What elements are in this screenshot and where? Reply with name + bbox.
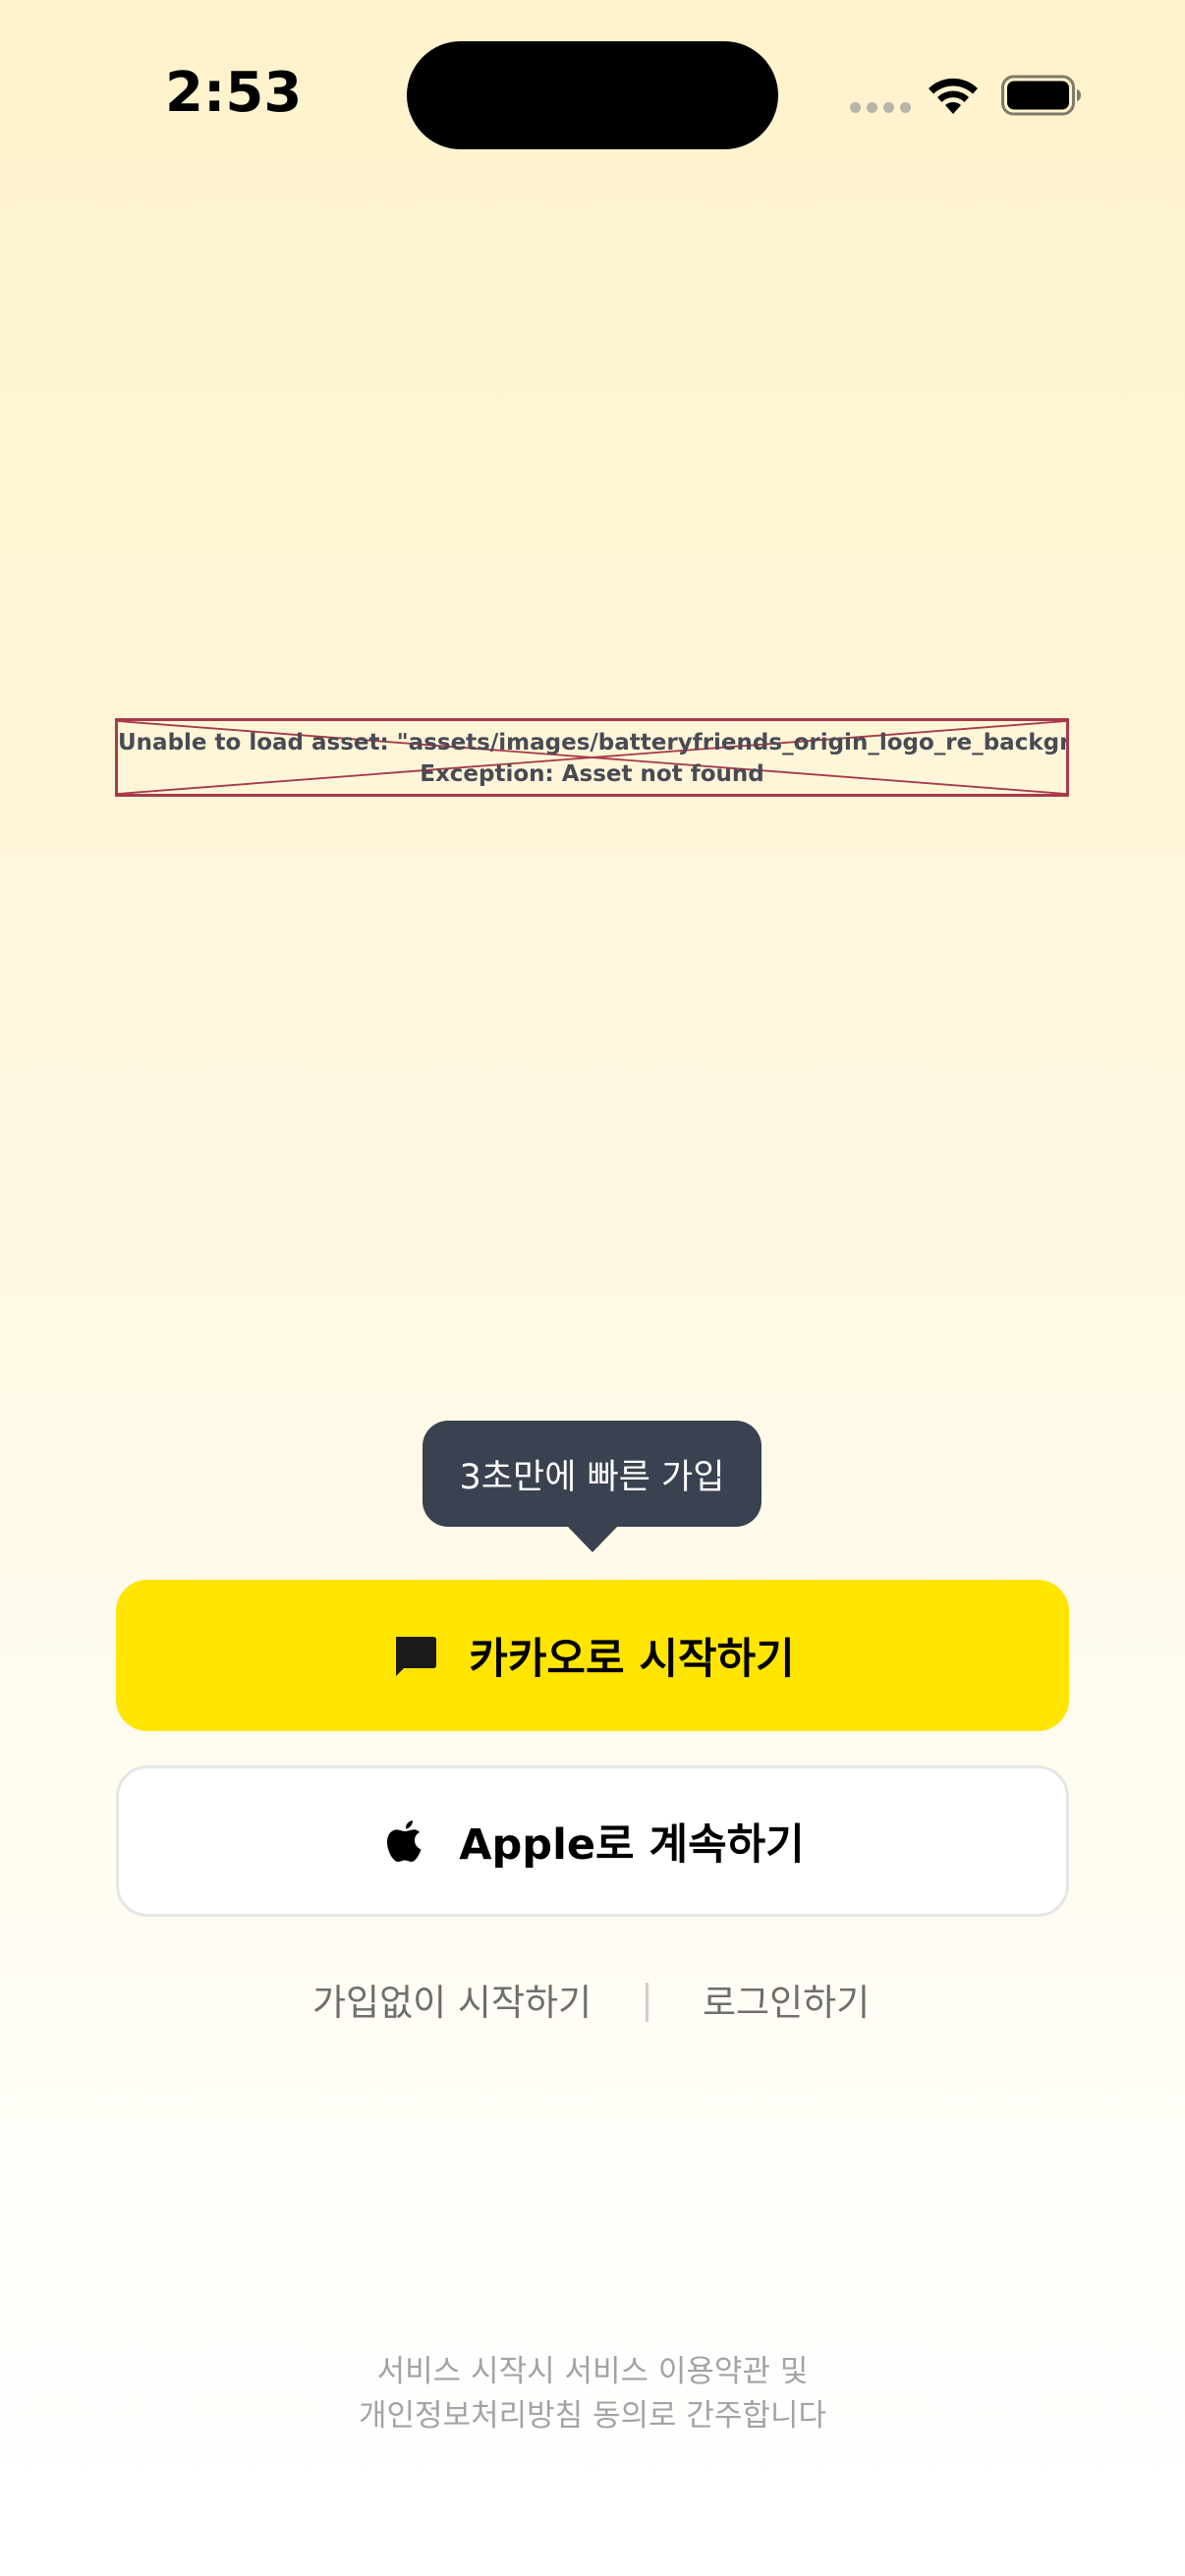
- terms-notice: 서비스 시작시 서비스 이용약관 및 개인정보처리방침 동의로 간주합니다: [0, 2350, 1185, 2438]
- terms-line-2: 개인정보처리방침 동의로 간주합니다: [358, 2398, 827, 2434]
- links-divider: [646, 1983, 649, 2022]
- wifi-icon: [929, 78, 978, 114]
- cellular-signal-icon: [850, 102, 911, 113]
- chat-bubble-icon: [396, 1637, 437, 1676]
- apple-login-button[interactable]: Apple로 계속하기: [116, 1765, 1069, 1917]
- dynamic-island: [407, 41, 778, 149]
- signup-tooltip: 3초만에 빠른 가입: [423, 1421, 762, 1527]
- kakao-login-label: 카카오로 시작하기: [469, 1635, 795, 1684]
- asset-error-line-2: Exception: Asset not found: [420, 761, 764, 787]
- asset-error-line-1: Unable to load asset: "assets/images/bat…: [118, 730, 1069, 756]
- logo-image-placeholder: Unable to load asset: "assets/images/bat…: [115, 718, 1069, 797]
- tooltip-arrow: [566, 1525, 619, 1552]
- login-link[interactable]: 로그인하기: [703, 1973, 870, 2026]
- secondary-links: 가입없이 시작하기 로그인하기: [0, 1973, 1185, 2032]
- kakao-login-button[interactable]: 카카오로 시작하기: [116, 1580, 1069, 1731]
- battery-icon: [1001, 75, 1081, 116]
- signup-tooltip-text: 3초만에 빠른 가입: [459, 1457, 725, 1497]
- apple-login-label: Apple로 계속하기: [459, 1820, 805, 1870]
- status-time: 2:53: [165, 61, 303, 125]
- start-without-signup-link[interactable]: 가입없이 시작하기: [312, 1973, 592, 2026]
- terms-line-1: 서비스 시작시 서비스 이용약관 및: [376, 2354, 809, 2389]
- asset-error-message: Unable to load asset: "assets/images/bat…: [118, 727, 1066, 790]
- apple-logo-icon: [387, 1820, 422, 1862]
